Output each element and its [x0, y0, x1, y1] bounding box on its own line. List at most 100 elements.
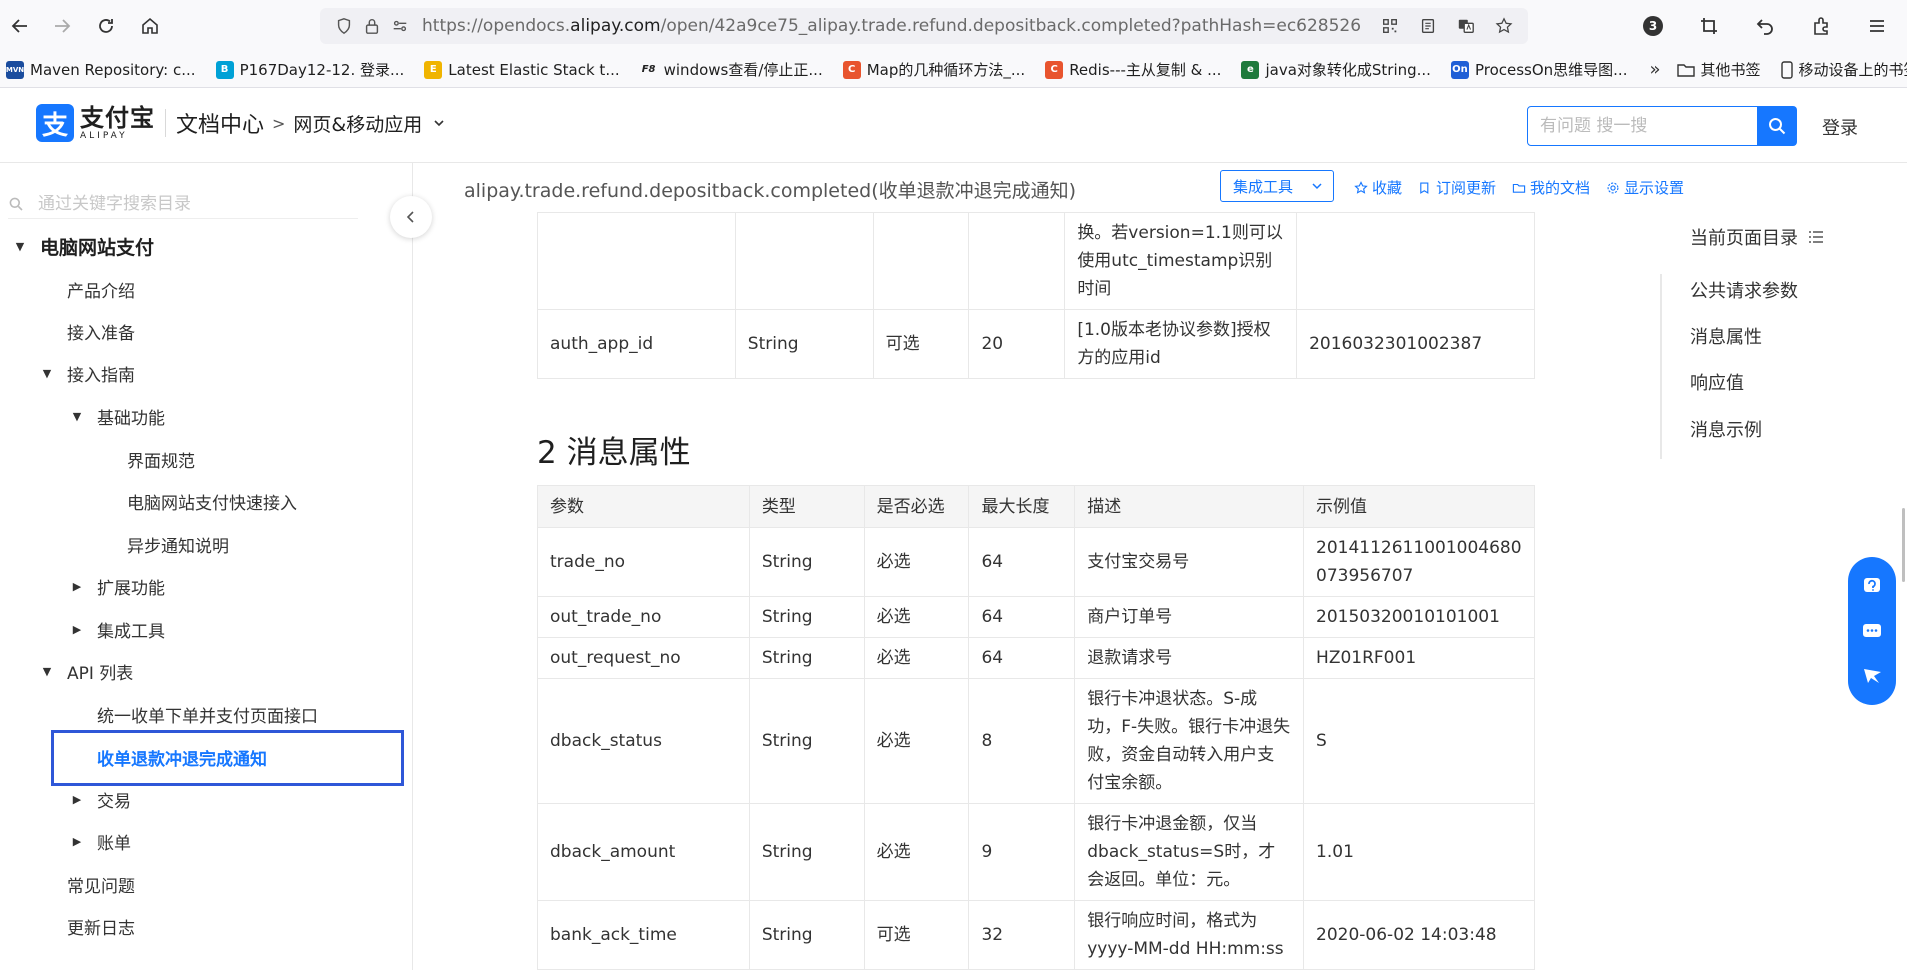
- bookmark-item[interactable]: C Map的几种循环方法_...: [842, 59, 1025, 80]
- param-required: 可选: [863, 900, 970, 970]
- url-actions: [1376, 12, 1518, 40]
- bookmark-item[interactable]: On ProcessOn思维导图...: [1450, 59, 1627, 80]
- sidebar-item-page-pay[interactable]: 统一收单下单并支付页面接口: [97, 702, 318, 727]
- processon-icon: On: [1450, 60, 1469, 79]
- sidebar-item-label: 基础功能: [97, 409, 165, 429]
- search-button[interactable]: [1757, 106, 1797, 146]
- logo-en: ALIPAY: [80, 130, 128, 141]
- url-text[interactable]: https://opendocs.alipay.com/open/42a9ce7…: [422, 16, 1362, 36]
- bookmark-item[interactable]: E Latest Elastic Stack t...: [424, 60, 620, 79]
- param-desc: 商户订单号: [1074, 596, 1305, 638]
- sidebar-item-basic[interactable]: ▼ 基础功能: [71, 404, 165, 429]
- bookmark-star-icon[interactable]: [1490, 12, 1518, 40]
- subscribe-link[interactable]: 订阅更新: [1418, 177, 1496, 198]
- param-example: HZ01RF001: [1303, 637, 1535, 679]
- toc-rail: [1660, 274, 1662, 459]
- sidebar-item-label: 电脑网站支付快速接入: [127, 494, 297, 514]
- table-cell: [537, 212, 736, 310]
- reload-button[interactable]: [86, 6, 126, 46]
- mobile-bookmarks[interactable]: 移动设备上的书签: [1780, 59, 1907, 80]
- product-category-dropdown[interactable]: 网页&移动应用: [293, 110, 422, 137]
- doc-center-link[interactable]: 文档中心: [176, 107, 264, 139]
- display-settings-link[interactable]: 显示设置: [1606, 177, 1684, 198]
- chevron-double-right-icon[interactable]: »: [1649, 59, 1660, 80]
- param-desc: 银行卡冲退金额，仅当dback_status=S时，才会返回。单位：元。: [1074, 803, 1305, 901]
- back-button[interactable]: [0, 6, 40, 46]
- home-button[interactable]: [130, 6, 170, 46]
- toc-item-public-params[interactable]: 公共请求参数: [1690, 277, 1798, 303]
- undo-icon[interactable]: [1745, 6, 1785, 46]
- sidebar-item-tools[interactable]: ▶ 集成工具: [71, 617, 165, 642]
- feedback-icon[interactable]: [1860, 664, 1884, 688]
- bookmark-label: java对象转化成String...: [1265, 61, 1431, 79]
- url-bar[interactable]: https://opendocs.alipay.com/open/42a9ce7…: [320, 8, 1528, 44]
- column-header: 描述: [1074, 485, 1305, 528]
- my-docs-link[interactable]: 我的文档: [1512, 177, 1590, 198]
- sidebar-item-label: 产品介绍: [67, 282, 135, 302]
- param-maxlen: 32: [968, 900, 1076, 970]
- toc-item-response[interactable]: 响应值: [1690, 369, 1744, 395]
- sidebar-item-ui-spec[interactable]: 界面规范: [127, 447, 195, 472]
- alipay-logo[interactable]: 支 支付宝 ALIPAY 文档中心 > 网页&移动应用: [36, 104, 446, 142]
- toc-item-message-attributes[interactable]: 消息属性: [1690, 323, 1762, 349]
- java-site-icon: e: [1241, 60, 1260, 79]
- shield-icon[interactable]: [330, 12, 358, 40]
- caret-right-icon: ▶: [72, 835, 82, 848]
- sidebar-item-product-intro[interactable]: 产品介绍: [67, 277, 135, 302]
- other-bookmarks[interactable]: 其他书签: [1676, 59, 1761, 80]
- url-domain: alipay.com: [570, 16, 661, 36]
- param-type: String: [748, 527, 865, 597]
- sidebar-item-async-notify[interactable]: 异步通知说明: [127, 532, 229, 557]
- param-name: bank_ack_time: [537, 900, 750, 970]
- collapse-sidebar-button[interactable]: [390, 196, 432, 238]
- page-scrollbar[interactable]: [1902, 508, 1905, 582]
- chevron-down-icon[interactable]: [432, 116, 446, 130]
- translate-icon[interactable]: [1452, 12, 1480, 40]
- help-icon[interactable]: [1860, 574, 1884, 598]
- sidebar-item-refund-depositback[interactable]: 收单退款冲退完成通知: [97, 745, 267, 770]
- lock-icon[interactable]: [358, 12, 386, 40]
- sidebar-item-bill[interactable]: ▶ 账单: [71, 829, 131, 854]
- logo-cn: 支付宝: [80, 103, 155, 132]
- sidebar-item-label: 扩展功能: [97, 579, 165, 599]
- toc-item-message-example[interactable]: 消息示例: [1690, 416, 1762, 442]
- bookmark-item[interactable]: F8 windows查看/停止正...: [640, 59, 823, 80]
- list-icon[interactable]: [1808, 230, 1824, 244]
- menu-icon[interactable]: [1857, 6, 1897, 46]
- param-desc: [1.0版本老协议参数]授权方的应用id: [1064, 309, 1298, 379]
- tab-count-button[interactable]: 3: [1633, 6, 1673, 46]
- crop-icon[interactable]: [1689, 6, 1729, 46]
- sidebar-item-faq[interactable]: 常见问题: [67, 872, 135, 897]
- column-header: 是否必选: [863, 485, 970, 528]
- search-input[interactable]: [1540, 116, 1740, 136]
- bookmark-item[interactable]: B P167Day12-12. 登录...: [215, 59, 404, 80]
- extensions-icon[interactable]: [1801, 6, 1841, 46]
- param-desc: 支付宝交易号: [1074, 527, 1305, 597]
- alipay-logo-mark-icon: 支: [36, 104, 74, 142]
- table-cell: [968, 212, 1066, 310]
- favorite-link[interactable]: 收藏: [1354, 177, 1402, 198]
- sidebar-item-trade[interactable]: ▶ 交易: [71, 787, 131, 812]
- qr-code-icon[interactable]: [1376, 12, 1404, 40]
- reader-view-icon[interactable]: [1414, 12, 1442, 40]
- bookmark-item[interactable]: MVN Maven Repository: c...: [6, 60, 196, 79]
- param-desc: 退款请求号: [1074, 637, 1305, 679]
- sidebar-search-input[interactable]: [38, 193, 338, 214]
- login-link[interactable]: 登录: [1822, 114, 1858, 140]
- permissions-icon[interactable]: [386, 12, 414, 40]
- bookmark-item[interactable]: e java对象转化成String...: [1241, 59, 1431, 80]
- bookmark-item[interactable]: C Redis---主从复制 & ...: [1045, 59, 1221, 80]
- sidebar-item-api-list[interactable]: ▼ API 列表: [41, 659, 134, 684]
- forward-button[interactable]: [42, 6, 82, 46]
- sidebar-item-changelog[interactable]: 更新日志: [67, 914, 135, 939]
- sidebar-item-prep[interactable]: 接入准备: [67, 319, 135, 344]
- param-type: String: [748, 596, 865, 638]
- sidebar-item-guide[interactable]: ▼ 接入指南: [41, 361, 135, 386]
- param-name: trade_no: [537, 527, 750, 597]
- sidebar-item-pc-web-pay[interactable]: ▼ 电脑网站支付: [14, 233, 154, 260]
- sidebar-item-quick-start[interactable]: 电脑网站支付快速接入: [127, 489, 297, 514]
- favorite-label: 收藏: [1372, 179, 1403, 197]
- chat-icon[interactable]: [1860, 619, 1884, 643]
- sidebar-item-extensions[interactable]: ▶ 扩展功能: [71, 574, 165, 599]
- integration-tools-dropdown[interactable]: 集成工具: [1220, 170, 1334, 202]
